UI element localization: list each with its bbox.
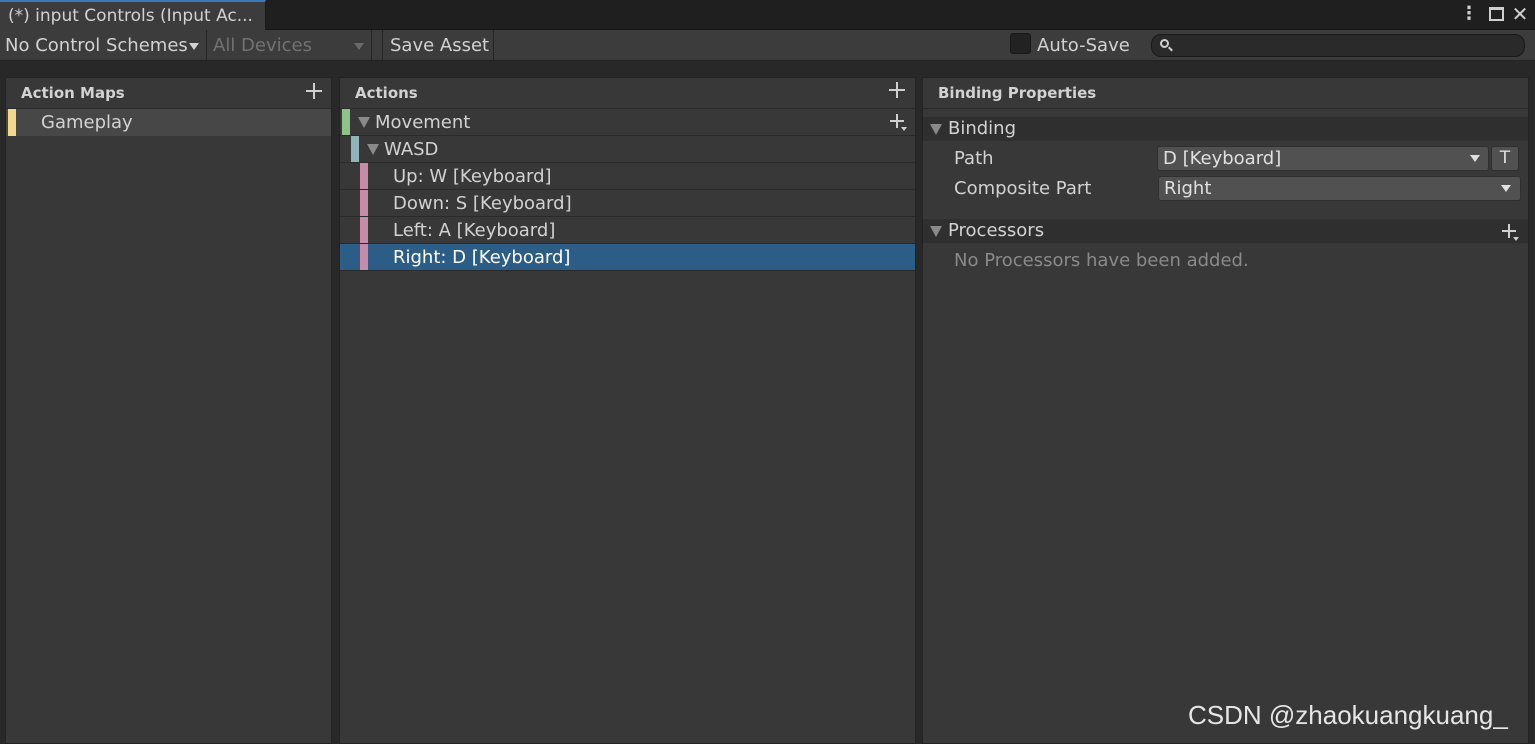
- add-action-icon[interactable]: [889, 82, 905, 98]
- composite-part-label: Composite Part: [954, 178, 1092, 199]
- composite-label: WASD: [384, 139, 439, 160]
- text-mode-button[interactable]: T: [1491, 146, 1519, 171]
- auto-save-label: Auto-Save: [1037, 35, 1130, 56]
- action-maps-panel: Action Maps Gameplay: [5, 77, 332, 744]
- binding-color-bar: [360, 217, 368, 244]
- row-divider: [340, 270, 915, 271]
- auto-save-checkbox[interactable]: [1010, 33, 1031, 54]
- chevron-down-icon: [1501, 185, 1511, 192]
- actions-panel: Actions Movement WASD Up: W [Keyboard] D…: [339, 77, 916, 744]
- section-label: Binding: [948, 118, 1017, 139]
- control-schemes-dropdown[interactable]: No Control Schemes: [0, 30, 207, 61]
- binding-row-up[interactable]: Up: W [Keyboard]: [340, 163, 915, 190]
- maximize-icon[interactable]: [1486, 4, 1506, 24]
- binding-label: Down: S [Keyboard]: [393, 193, 572, 214]
- window-tab[interactable]: (*) input Controls (Input Ac...: [0, 0, 266, 30]
- binding-color-bar: [360, 163, 368, 190]
- devices-dropdown[interactable]: All Devices: [208, 30, 372, 61]
- fold-arrow-icon[interactable]: [930, 226, 942, 237]
- binding-color-bar: [360, 190, 368, 217]
- panel-title: Action Maps: [21, 84, 125, 102]
- binding-properties-header: Binding Properties: [923, 78, 1528, 109]
- processors-empty-message: No Processors have been added.: [923, 247, 1528, 274]
- control-schemes-label: No Control Schemes: [5, 35, 188, 56]
- action-map-label: Gameplay: [41, 112, 133, 133]
- composite-color-bar: [351, 136, 359, 163]
- fold-arrow-icon[interactable]: [358, 117, 370, 128]
- toolbar: No Control Schemes All Devices Save Asse…: [0, 30, 1535, 61]
- close-icon[interactable]: ✕: [1510, 4, 1530, 24]
- composite-row-wasd[interactable]: WASD: [340, 136, 915, 163]
- action-color-bar: [342, 109, 350, 136]
- binding-label: Left: A [Keyboard]: [393, 220, 556, 241]
- watermark: CSDN @zhaokuangkuang_: [1188, 700, 1508, 730]
- path-dropdown[interactable]: D [Keyboard]: [1157, 146, 1489, 171]
- action-row-movement[interactable]: Movement: [340, 109, 915, 136]
- binding-section-header[interactable]: Binding: [923, 117, 1528, 141]
- add-action-map-icon[interactable]: [306, 83, 322, 99]
- add-binding-icon[interactable]: [890, 114, 904, 128]
- action-maps-header: Action Maps: [6, 78, 331, 109]
- search-input[interactable]: [1151, 34, 1525, 57]
- action-label: Movement: [375, 112, 471, 133]
- path-value: D [Keyboard]: [1163, 148, 1282, 169]
- processors-section-header[interactable]: Processors: [923, 219, 1528, 243]
- binding-label: Right: D [Keyboard]: [393, 247, 571, 268]
- binding-row-down[interactable]: Down: S [Keyboard]: [340, 190, 915, 217]
- chevron-down-icon: [1470, 155, 1480, 162]
- chevron-down-icon: [1513, 237, 1519, 241]
- actions-header: Actions: [340, 78, 915, 109]
- panel-title: Binding Properties: [938, 84, 1097, 102]
- more-vertical-icon[interactable]: ⋮: [1459, 4, 1479, 24]
- add-processor-icon[interactable]: [1502, 224, 1516, 238]
- binding-label: Up: W [Keyboard]: [393, 166, 552, 187]
- path-label: Path: [954, 148, 994, 169]
- chevron-down-icon: [901, 127, 907, 131]
- input-actions-window: (*) input Controls (Input Ac... ⋮ ✕ No C…: [0, 0, 1535, 744]
- composite-part-dropdown[interactable]: Right: [1158, 176, 1521, 201]
- composite-part-value: Right: [1164, 178, 1212, 199]
- chevron-down-icon: [354, 43, 364, 50]
- tab-strip: (*) input Controls (Input Ac... ⋮ ✕: [0, 0, 1535, 30]
- binding-properties-panel: Binding Properties Binding Path D [Keybo…: [922, 77, 1529, 744]
- chevron-down-icon: [189, 43, 199, 50]
- empty-message-text: No Processors have been added.: [954, 250, 1249, 271]
- action-map-color-bar: [8, 109, 16, 136]
- devices-label: All Devices: [213, 35, 312, 56]
- section-label: Processors: [948, 220, 1045, 241]
- action-map-item[interactable]: Gameplay: [6, 109, 331, 136]
- binding-color-bar: [360, 244, 368, 271]
- binding-row-right-selected[interactable]: Right: D [Keyboard]: [340, 244, 915, 271]
- fold-arrow-icon[interactable]: [930, 124, 942, 135]
- save-asset-button[interactable]: Save Asset: [382, 30, 494, 61]
- search-icon: [1160, 39, 1169, 48]
- panel-title: Actions: [355, 84, 418, 102]
- binding-row-left[interactable]: Left: A [Keyboard]: [340, 217, 915, 244]
- fold-arrow-icon[interactable]: [367, 144, 379, 155]
